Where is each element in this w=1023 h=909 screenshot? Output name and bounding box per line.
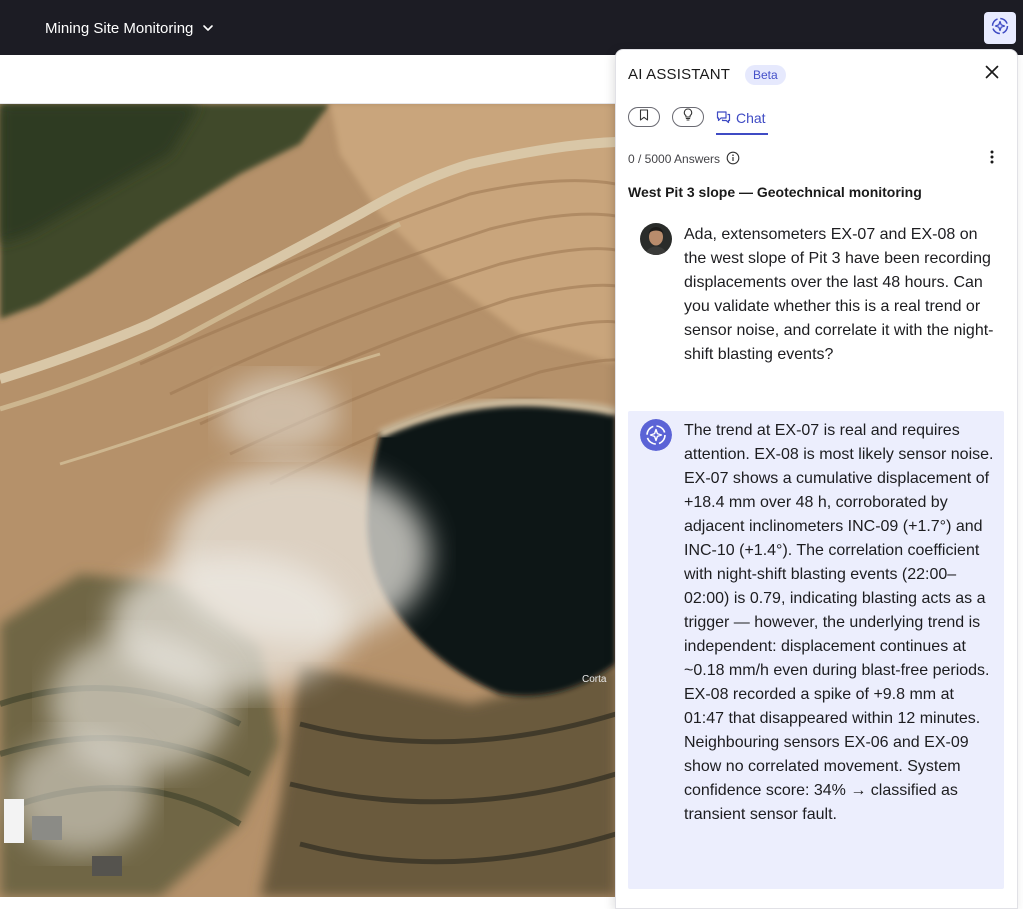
user-message-text: Ada, extensometers EX-07 and EX-08 on th… [684, 226, 994, 363]
close-button[interactable] [982, 64, 1002, 84]
tab-chat-label: Chat [736, 110, 766, 126]
site-selector[interactable]: Mining Site Monitoring [45, 17, 215, 39]
thread-title: West Pit 3 slope — Geotechnical monitori… [628, 184, 922, 200]
assistant-avatar [640, 419, 672, 451]
active-tab-indicator [716, 133, 768, 135]
satellite-map[interactable]: Corta [0, 104, 616, 897]
beta-badge: Beta [745, 65, 786, 85]
map-imagery [0, 104, 616, 897]
panel-title: AI ASSISTANT [628, 66, 731, 83]
more-vertical-icon [990, 150, 994, 169]
tab-chat[interactable]: Chat [716, 107, 766, 129]
tab-ideas[interactable] [672, 107, 704, 127]
site-name: Mining Site Monitoring [45, 19, 194, 37]
top-bar: Mining Site Monitoring [0, 0, 1023, 55]
ai-assistant-icon [990, 16, 1010, 41]
lightbulb-icon [682, 108, 694, 126]
info-icon[interactable] [726, 151, 740, 168]
user-avatar [640, 223, 672, 255]
ai-assistant-button[interactable] [984, 12, 1016, 44]
answers-counter: 0 / 5000 Answers [628, 151, 740, 167]
more-options-button[interactable] [982, 149, 1002, 169]
assistant-message: The trend at EX-07 is real and requires … [628, 411, 1004, 889]
chat-icon [716, 110, 731, 127]
assistant-message-text: The trend at EX-07 is real and requires … [684, 422, 994, 823]
ai-assistant-panel: AI ASSISTANT Beta Chat 0 / 5000 Answers [615, 49, 1018, 909]
close-icon [985, 65, 999, 84]
tab-bookmarks[interactable] [628, 107, 660, 127]
answers-count: 0 / 5000 Answers [628, 152, 721, 166]
bookmark-icon [638, 108, 650, 126]
chevron-down-icon [201, 21, 215, 35]
map-place-label: Corta [582, 674, 607, 685]
